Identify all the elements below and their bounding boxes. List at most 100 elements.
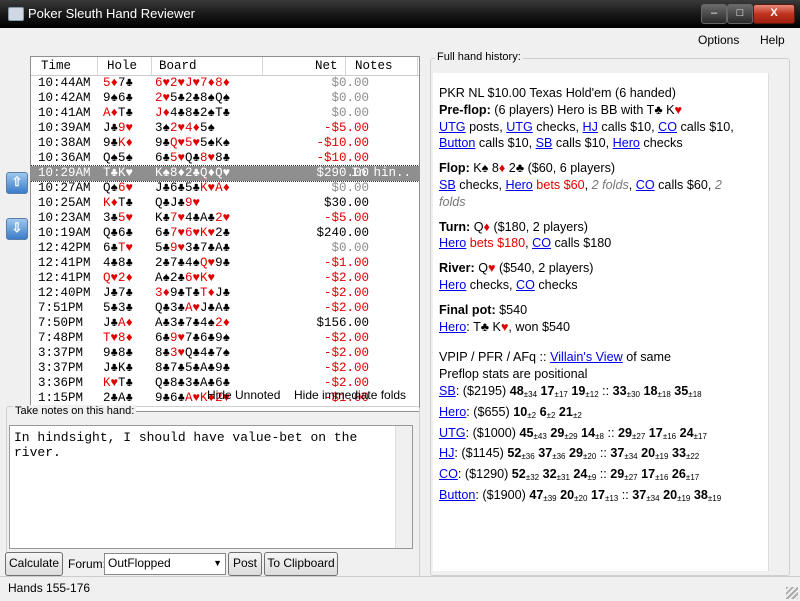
notes-text[interactable]: In hindsight, I should have value-bet on…: [14, 430, 394, 460]
hide-unnoted-link[interactable]: Hide Unnoted: [207, 388, 280, 402]
previous-hand-arrow-icon[interactable]: ⇧: [6, 172, 28, 194]
stats-separator: ::: [596, 446, 611, 461]
row-hole-cards: 9♠6♣: [103, 91, 133, 106]
table-row[interactable]: 3:37PM J♣K♣ 8♣7♣5♣A♣9♣ -$2.00: [31, 361, 419, 376]
table-row[interactable]: 10:25AM K♦T♣ Q♣J♣9♥ $30.00: [31, 196, 419, 211]
link-sb-flop[interactable]: SB: [439, 178, 456, 192]
table-row[interactable]: 10:38AM 9♣K♦ 9♣Q♥5♥5♠K♠ -$10.00: [31, 136, 419, 151]
stat-value: 14: [581, 425, 596, 440]
card: 6♣: [155, 331, 171, 345]
card: 6♣: [200, 331, 216, 345]
row-board-cards: 3♦9♣T♣T♦J♣: [155, 286, 230, 301]
card: 4♣: [170, 106, 186, 120]
card: 4♠: [185, 256, 201, 270]
table-row[interactable]: 10:36AM Q♠5♠ 6♣5♥Q♣8♥8♣ -$10.00: [31, 151, 419, 166]
stats-position-link[interactable]: HJ: [439, 446, 454, 460]
card: T♣: [118, 376, 134, 390]
link-hj[interactable]: HJ: [583, 120, 598, 134]
card: J♥: [185, 76, 201, 90]
stat-error: ±27: [632, 431, 646, 441]
table-row[interactable]: 12:40PM J♣7♣ 3♦9♣T♣T♦J♣ -$2.00: [31, 286, 419, 301]
col-net-header[interactable]: Net: [315, 59, 338, 73]
card: 8♦: [170, 166, 186, 180]
menu-options[interactable]: Options: [698, 33, 739, 47]
stats-stack: : ($1900): [475, 487, 530, 502]
card: 3♦: [155, 286, 171, 300]
to-clipboard-button[interactable]: To Clipboard: [264, 552, 338, 576]
card: 9♥: [185, 196, 201, 210]
link-hero-turn[interactable]: Hero: [439, 236, 466, 250]
table-row[interactable]: 10:42AM 9♠6♣ 2♥5♣2♣8♠Q♠ $0.00: [31, 91, 419, 106]
link-hero-flop[interactable]: Hero: [506, 178, 533, 192]
hide-immediate-folds-link[interactable]: Hide immediate folds: [294, 388, 406, 402]
notes-textarea[interactable]: In hindsight, I should have value-bet on…: [9, 425, 413, 549]
next-hand-arrow-icon[interactable]: ⇩: [6, 218, 28, 240]
link-hero-final[interactable]: Hero: [439, 320, 466, 334]
table-row[interactable]: 10:19AM Q♣6♣ 6♣7♥6♥K♥2♣ $240.00: [31, 226, 419, 241]
stats-position-link[interactable]: CO: [439, 467, 458, 481]
row-hole-cards: Q♠6♥: [103, 181, 133, 196]
minimize-button[interactable]: –: [701, 4, 727, 24]
status-text: Hands 155-176: [8, 581, 91, 595]
table-row[interactable]: 12:41PM 4♣8♣ 2♣7♣4♠Q♥9♣ -$1.00: [31, 256, 419, 271]
maximize-button[interactable]: □: [727, 4, 753, 24]
link-sb[interactable]: SB: [536, 136, 553, 150]
card: 7♣: [118, 286, 134, 300]
table-row[interactable]: 7:51PM 5♣3♣ Q♣3♣A♥J♣A♣ -$2.00: [31, 301, 419, 316]
stats-position-link[interactable]: SB: [439, 384, 456, 398]
hand-list[interactable]: Time Hole Board Net Notes 10:44AM 5♦7♣ 6♥2…: [30, 56, 420, 412]
link-hero[interactable]: Hero: [613, 136, 640, 150]
history-scrollbar[interactable]: [768, 73, 785, 571]
calculate-button[interactable]: Calculate: [5, 552, 63, 576]
row-board-cards: 3♠2♥4♦5♠: [155, 121, 215, 136]
stats-position-link[interactable]: UTG: [439, 426, 466, 440]
link-utg-2[interactable]: UTG: [506, 120, 533, 134]
row-net: $0.00: [331, 181, 369, 195]
card: J♣: [103, 316, 119, 330]
row-time: 3:37PM: [38, 346, 84, 360]
chevron-down-icon[interactable]: ▼: [213, 554, 222, 573]
link-button[interactable]: Button: [439, 136, 475, 150]
col-notes-header[interactable]: Notes: [355, 59, 393, 73]
forum-select[interactable]: OutFlopped ▼: [104, 553, 226, 575]
table-row[interactable]: 10:29AM T♣K♥ K♠8♦2♣Q♦Q♥ $290.00 In hin..: [31, 165, 419, 182]
resize-grip-icon[interactable]: [786, 587, 798, 599]
villains-view-link[interactable]: Villain's View: [550, 350, 623, 364]
stat-error: ±18: [688, 389, 702, 399]
table-row[interactable]: 10:27AM Q♠6♥ J♣6♣5♣K♥A♦ $0.00: [31, 181, 419, 196]
link-co-flop[interactable]: CO: [636, 178, 655, 192]
table-row[interactable]: 7:48PM T♥8♦ 6♣9♥7♣6♣9♠ -$2.00: [31, 331, 419, 346]
notes-scrollbar[interactable]: [395, 426, 412, 548]
table-row[interactable]: 7:50PM J♣A♦ A♣3♣7♣4♠2♦ $156.00: [31, 316, 419, 331]
row-time: 10:29AM: [38, 166, 91, 180]
menu-help[interactable]: Help: [760, 33, 785, 47]
card: Q♣: [155, 301, 171, 315]
table-row[interactable]: 12:41PM Q♥2♦ A♠2♣6♥K♥ -$2.00: [31, 271, 419, 286]
stat-error: ±19: [707, 493, 722, 503]
link-co-turn[interactable]: CO: [532, 236, 551, 250]
link-utg[interactable]: UTG: [439, 120, 466, 134]
card: 2♦: [118, 271, 134, 285]
table-row[interactable]: 3:37PM 9♣8♣ 8♣3♥Q♣4♣7♠ -$2.00: [31, 346, 419, 361]
row-hole-cards: T♣K♥: [103, 166, 133, 181]
card: A♣: [215, 241, 231, 255]
preflop-heart: ♥: [674, 102, 682, 117]
stats-position-link[interactable]: Hero: [439, 405, 466, 419]
close-button[interactable]: X: [753, 4, 795, 24]
table-row[interactable]: 10:39AM J♣9♥ 3♠2♥4♦5♠ -$5.00: [31, 121, 419, 136]
link-co[interactable]: CO: [658, 120, 677, 134]
link-co-river[interactable]: CO: [516, 278, 535, 292]
card: 3♣: [185, 376, 201, 390]
table-row[interactable]: 12:42PM 6♣T♥ 5♣9♥3♣7♣A♣ $0.00: [31, 241, 419, 256]
stats-position-link[interactable]: Button: [439, 488, 475, 502]
table-row[interactable]: 10:41AM A♦T♣ J♦4♣8♣2♠T♣ $0.00: [31, 106, 419, 121]
col-time-header[interactable]: Time: [41, 59, 71, 73]
table-row[interactable]: 10:23AM 3♣5♥ K♣7♥4♣A♣2♥ -$5.00: [31, 211, 419, 226]
link-hero-river[interactable]: Hero: [439, 278, 466, 292]
col-board-header[interactable]: Board: [159, 59, 197, 73]
card: 8♣: [155, 346, 171, 360]
table-row[interactable]: 10:44AM 5♦7♣ 6♥2♥J♥7♦8♦ $0.00: [31, 76, 419, 91]
post-button[interactable]: Post: [228, 552, 262, 576]
col-hole-header[interactable]: Hole: [107, 59, 137, 73]
row-hole-cards: J♣A♦: [103, 316, 133, 331]
